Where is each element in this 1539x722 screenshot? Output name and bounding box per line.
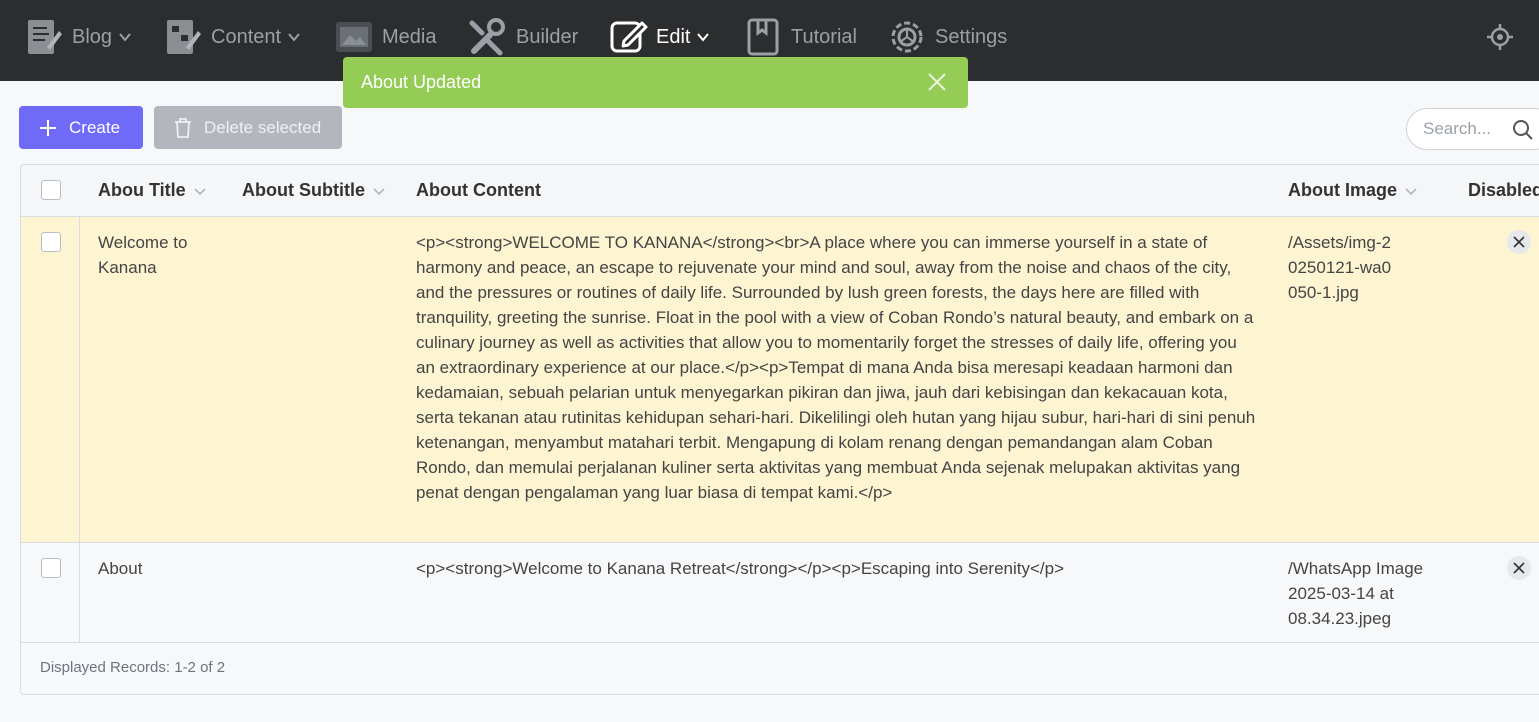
nav-item-media[interactable]: Media xyxy=(334,14,436,60)
edit-icon xyxy=(608,17,648,57)
search-placeholder: Search... xyxy=(1423,119,1492,138)
data-table: Abou Title About Subtitle About Content … xyxy=(20,164,1539,695)
nav-label-settings: Settings xyxy=(935,25,1008,48)
media-icon xyxy=(334,17,374,57)
search-icon xyxy=(1513,120,1533,140)
nav-item-edit[interactable]: Edit xyxy=(608,14,710,60)
blog-icon xyxy=(24,17,64,57)
records-count: Displayed Records: 1-2 of 2 xyxy=(40,659,226,676)
column-header-image-label: About Image xyxy=(1288,180,1398,200)
chevron-down-icon xyxy=(119,33,131,42)
nav-item-blog[interactable]: Blog xyxy=(24,14,132,60)
close-icon xyxy=(1513,236,1525,248)
cell-image: /Assets/img-20250121-wa0050-1.jpg xyxy=(1288,233,1392,302)
delete-selected-button[interactable]: Delete selected xyxy=(154,106,342,149)
cell-title: Welcome to Kanana xyxy=(98,233,188,277)
disabled-toggle[interactable] xyxy=(1507,230,1531,254)
column-header-title[interactable]: Abou Title xyxy=(98,180,206,201)
plus-icon xyxy=(39,119,57,137)
nav-label-content: Content xyxy=(211,25,282,48)
table-row[interactable]: About <p><strong>Welcome to Kanana Retre… xyxy=(21,543,1539,643)
nav-item-content[interactable]: Content xyxy=(163,14,301,60)
content-icon xyxy=(163,17,203,57)
column-header-title-label: Abou Title xyxy=(98,180,186,200)
chevron-down-icon xyxy=(194,187,206,195)
trash-icon xyxy=(174,117,192,138)
column-header-content-label: About Content xyxy=(416,180,541,200)
column-header-disabled-label: Disabled xyxy=(1468,180,1539,200)
table-row[interactable]: Welcome to Kanana <p><strong>WELCOME TO … xyxy=(21,217,1539,543)
settings-icon xyxy=(887,17,927,57)
column-header-subtitle-label: About Subtitle xyxy=(242,180,365,200)
column-header-disabled[interactable]: Disabled xyxy=(1468,180,1539,201)
close-icon[interactable] xyxy=(926,71,948,93)
row-checkbox[interactable] xyxy=(41,558,61,578)
delete-selected-label: Delete selected xyxy=(204,117,322,137)
cell-content: <p><strong>WELCOME TO KANANA</strong><br… xyxy=(416,233,1256,502)
cell-content: <p><strong>Welcome to Kanana Retreat</st… xyxy=(416,559,1065,578)
nav-item-builder[interactable]: Builder xyxy=(468,14,578,60)
chevron-down-icon xyxy=(288,33,300,42)
select-all-checkbox[interactable] xyxy=(41,180,61,200)
table-header: Abou Title About Subtitle About Content … xyxy=(21,165,1539,217)
toast-message: About Updated xyxy=(361,72,482,92)
chevron-down-icon xyxy=(1405,187,1417,195)
row-checkbox[interactable] xyxy=(41,232,61,252)
nav-label-edit: Edit xyxy=(656,25,691,48)
cell-title: About xyxy=(98,559,143,578)
search-input[interactable]: Search... xyxy=(1406,108,1539,150)
chevron-down-icon xyxy=(373,187,385,195)
nav-label-blog: Blog xyxy=(72,25,113,48)
column-divider xyxy=(79,217,80,643)
chevron-down-icon xyxy=(697,33,710,42)
nav-item-tutorial[interactable]: Tutorial xyxy=(743,14,857,60)
cell-image: /WhatsApp Image 2025-03-14 at 08.34.23.j… xyxy=(1288,559,1424,628)
nav-item-settings[interactable]: Settings xyxy=(887,14,1007,60)
tutorial-icon xyxy=(743,17,783,57)
builder-icon xyxy=(468,17,508,57)
disabled-toggle[interactable] xyxy=(1507,556,1531,580)
crosshair-icon[interactable] xyxy=(1485,22,1515,52)
column-header-content[interactable]: About Content xyxy=(416,180,541,201)
nav-label-tutorial: Tutorial xyxy=(791,25,857,48)
toast-notification: About Updated xyxy=(343,57,968,108)
nav-label-media: Media xyxy=(382,25,437,48)
column-header-image[interactable]: About Image xyxy=(1288,180,1417,201)
create-button[interactable]: Create xyxy=(19,106,143,149)
create-button-label: Create xyxy=(69,117,121,137)
nav-label-builder: Builder xyxy=(516,25,579,48)
close-icon xyxy=(1513,562,1525,574)
column-header-subtitle[interactable]: About Subtitle xyxy=(242,180,385,201)
